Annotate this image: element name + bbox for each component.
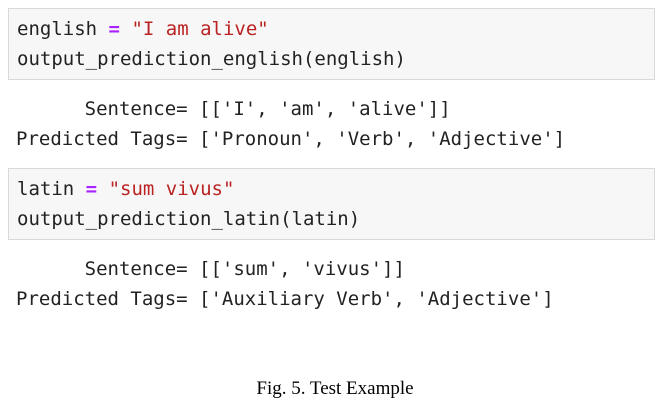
- figure-caption: Fig. 5. Test Example: [256, 378, 414, 399]
- variable-name: latin: [17, 178, 75, 200]
- code-cell-english[interactable]: english = "I am alive" output_prediction_…: [8, 8, 655, 80]
- code-line-assign: latin = "sum vivus": [17, 174, 646, 204]
- output-sentence: Sentence= [['I', 'am', 'alive']]: [16, 98, 451, 120]
- string-literal: "sum vivus": [108, 178, 235, 200]
- output-cell-latin: Sentence= [['sum', 'vivus']] Predicted Ta…: [8, 252, 655, 316]
- string-literal: "I am alive": [131, 18, 269, 40]
- code-line-call: output_prediction_latin(latin): [17, 208, 361, 230]
- output-tags: Predicted Tags= ['Pronoun', 'Verb', 'Adj…: [16, 128, 566, 150]
- code-line-call: output_prediction_english(english): [17, 48, 406, 70]
- variable-name: english: [17, 18, 98, 40]
- output-cell-english: Sentence= [['I', 'am', 'alive']] Predicte…: [8, 92, 655, 156]
- code-line-assign: english = "I am alive": [17, 14, 646, 44]
- assign-operator: =: [108, 18, 120, 40]
- output-tags: Predicted Tags= ['Auxiliary Verb', 'Adje…: [16, 288, 554, 310]
- output-sentence: Sentence= [['sum', 'vivus']]: [16, 258, 405, 280]
- assign-operator: =: [85, 178, 98, 200]
- code-cell-latin[interactable]: latin = "sum vivus" output_prediction_lat…: [8, 168, 655, 240]
